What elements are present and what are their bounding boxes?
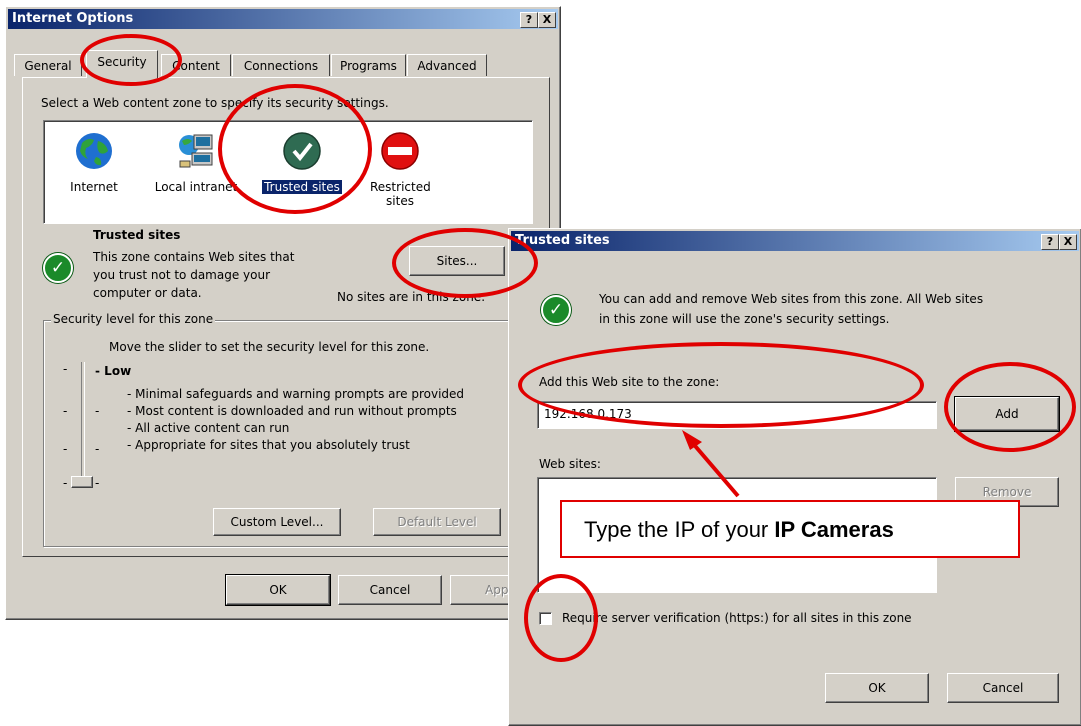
callout-text: Type the IP of your <box>584 517 775 542</box>
callout-arrow <box>682 430 740 498</box>
instruction-callout: Type the IP of your IP Cameras <box>560 500 1020 558</box>
callout-bold-text: IP Cameras <box>774 517 894 542</box>
